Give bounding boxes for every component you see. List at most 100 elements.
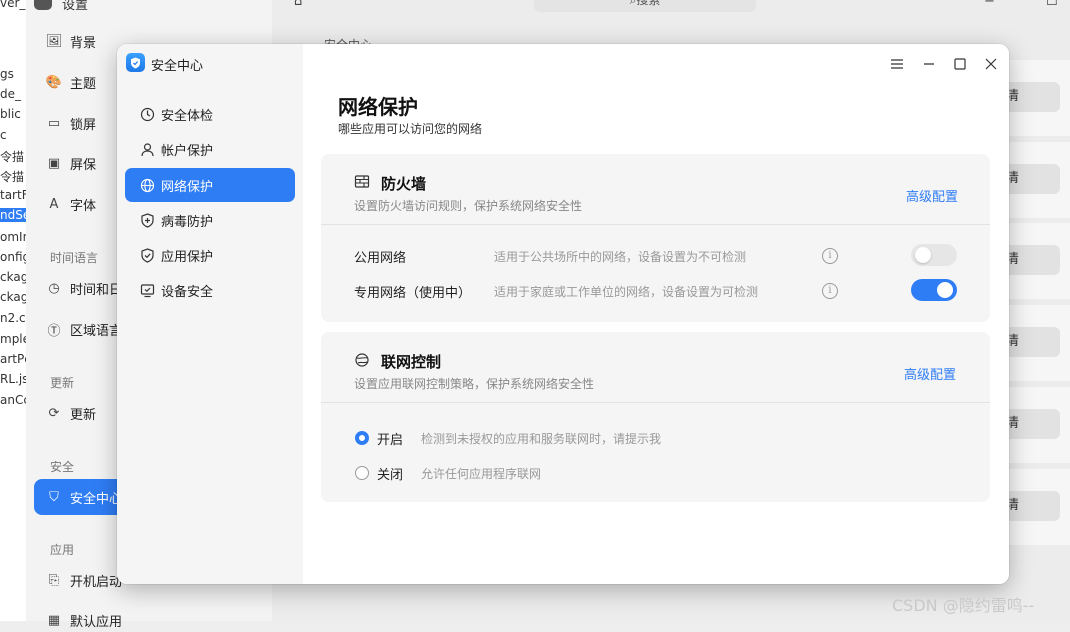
health-check-icon (139, 106, 155, 122)
file-item-selected[interactable]: ndSe (0, 208, 26, 222)
file-item[interactable]: n2.cc (0, 311, 26, 325)
settings-item-font[interactable]: A 字体 (46, 192, 96, 216)
firewall-title: 防火墙 (381, 175, 427, 193)
network-control-desc: 设置应用联网控制策略，保护系统网络安全性 (354, 377, 595, 391)
settings-item-theme[interactable]: 🎨 主题 (46, 70, 96, 94)
settings-item-background[interactable]: 🖼 背景 (46, 29, 96, 53)
file-item[interactable]: 令描 (0, 148, 24, 165)
file-item[interactable]: ckag (0, 290, 26, 304)
settings-item-update[interactable]: ⟳ 更新 (46, 401, 96, 425)
lock-screen-icon: ▭ (47, 115, 61, 131)
settings-app-icon (34, 0, 52, 10)
default-app-icon: ▦ (47, 612, 61, 628)
nav-item-label: 网络保护 (161, 179, 214, 195)
refresh-icon: ⟳ (48, 405, 60, 421)
public-network-toggle[interactable] (911, 244, 957, 266)
watermark: CSDN @隐约雷鸣-- (892, 596, 1035, 615)
settings-item-label: 背景 (70, 35, 97, 51)
file-item[interactable]: anCc (0, 393, 26, 407)
file-item[interactable]: artPc (0, 352, 26, 366)
network-control-title: 联网控制 (381, 353, 442, 371)
settings-item-datetime[interactable]: ◷ 时间和日 (46, 276, 122, 300)
maximize-icon[interactable] (951, 55, 969, 73)
private-network-desc: 适用于家庭或工作单位的网络，设备设置为可检测 (494, 285, 759, 299)
file-item[interactable]: ckag (0, 270, 26, 284)
file-item[interactable]: omIn (0, 230, 26, 244)
file-item[interactable]: mple (0, 332, 26, 346)
nav-item-device[interactable]: 设备安全 (125, 273, 295, 307)
dialog-sidebar: 安全中心 安全体检 帐户保护 网络保护 病毒防护 应用保护 设备安全 (117, 44, 303, 584)
dialog-title: 安全中心 (151, 59, 204, 74)
file-item[interactable]: RL.jsc (0, 372, 26, 386)
nav-item-network[interactable]: 网络保护 (125, 168, 295, 202)
nav-item-health-check[interactable]: 安全体检 (125, 97, 295, 131)
settings-item-security-center[interactable]: ⛉ 安全中心 (34, 479, 130, 515)
radio-disable-desc: 允许任何应用程序联网 (421, 467, 542, 481)
file-item[interactable]: tartF (0, 188, 26, 202)
firewall-icon (354, 174, 370, 190)
startup-icon: ⎘ (48, 572, 60, 588)
settings-title: 设置 (62, 0, 89, 13)
settings-item-screensaver[interactable]: ▣ 屏保 (46, 151, 96, 175)
app-shield-icon (139, 247, 155, 263)
public-network-label: 公用网络 (354, 251, 407, 266)
clock-icon: ◷ (48, 280, 60, 296)
minimize-icon[interactable] (920, 55, 938, 73)
settings-item-label: 区域语言 (70, 323, 123, 339)
minimize-icon[interactable]: − (984, 0, 995, 9)
nav-item-app-protection[interactable]: 应用保护 (125, 238, 295, 272)
menu-icon[interactable] (888, 55, 906, 73)
private-network-toggle[interactable] (911, 279, 957, 301)
firewall-desc: 设置防火墙访问规则，保护系统网络安全性 (354, 199, 583, 213)
file-item[interactable]: 令描 (0, 168, 24, 185)
divider (321, 402, 990, 403)
info-icon[interactable]: i (822, 248, 838, 264)
nav-item-label: 安全体检 (161, 108, 214, 124)
font-icon: A (49, 196, 59, 212)
nav-item-virus[interactable]: 病毒防护 (125, 203, 295, 237)
settings-group-apps: 应用 (50, 543, 75, 557)
network-control-icon (354, 352, 370, 368)
palette-icon: 🎨 (45, 74, 63, 90)
file-item[interactable]: gs (0, 67, 14, 81)
radio-disable-label[interactable]: 关闭 (377, 464, 403, 483)
network-control-advanced-link[interactable]: 高级配置 (904, 364, 956, 383)
home-icon[interactable]: ⌂ (294, 0, 302, 9)
firewall-advanced-link[interactable]: 高级配置 (906, 186, 958, 205)
settings-item-region[interactable]: Ⓣ 区域语言 (46, 317, 122, 341)
page-title: 网络保护 (338, 95, 418, 119)
nav-item-label: 设备安全 (161, 284, 214, 300)
globe-icon (139, 177, 155, 193)
radio-enable[interactable] (355, 431, 369, 445)
virus-shield-icon (139, 212, 155, 228)
firewall-card: 防火墙 设置防火墙访问规则，保护系统网络安全性 高级配置 公用网络 适用于公共场… (321, 154, 990, 322)
close-icon[interactable] (982, 55, 1000, 73)
radio-enable-label[interactable]: 开启 (377, 429, 403, 448)
settings-item-label: 安全中心 (70, 491, 123, 507)
settings-item-label: 主题 (70, 76, 97, 92)
settings-item-label: 锁屏 (70, 117, 97, 133)
file-item[interactable]: de_ (0, 87, 21, 101)
file-item[interactable]: ver_ (0, 0, 25, 10)
background-file-list: ver_ gs de_ blic c 令描 令描 tartF ndSe omIn… (0, 0, 26, 621)
user-icon (139, 141, 155, 157)
settings-item-startup[interactable]: ⎘ 开机启动 (46, 568, 122, 592)
divider (321, 224, 990, 225)
file-item[interactable]: c (0, 128, 7, 142)
file-item[interactable]: blic (0, 107, 21, 121)
settings-item-lockscreen[interactable]: ▭ 锁屏 (46, 111, 96, 135)
info-icon[interactable]: i (822, 283, 838, 299)
security-center-window: 安全中心 安全体检 帐户保护 网络保护 病毒防护 应用保护 设备安全 网络保护 … (117, 44, 1009, 584)
settings-item-default-apps[interactable]: ▦ 默认应用 (46, 608, 122, 632)
nav-item-label: 应用保护 (161, 249, 214, 265)
settings-search-box[interactable]: ⌕搜索 (534, 0, 756, 12)
settings-item-label: 开机启动 (70, 574, 123, 590)
toggle-knob (915, 247, 931, 263)
settings-group-time: 时间语言 (50, 251, 99, 265)
radio-disable[interactable] (355, 466, 369, 480)
file-item[interactable]: onfig (0, 250, 26, 264)
toggle-knob (937, 282, 953, 298)
close-icon[interactable]: ☐ (1046, 0, 1058, 9)
page-subtitle: 哪些应用可以访问您的网络 (338, 122, 483, 136)
nav-item-account[interactable]: 帐户保护 (125, 132, 295, 166)
